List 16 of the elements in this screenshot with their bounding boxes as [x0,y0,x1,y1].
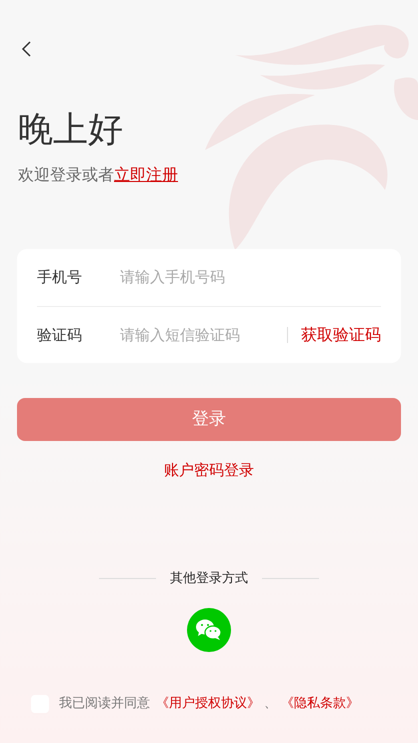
agreement-text: 我已阅读并同意 [59,695,150,713]
welcome-text: 欢迎登录或者 [18,164,114,186]
chat-login-icon[interactable] [187,608,231,652]
field-label: 手机号 [37,267,83,288]
get-code-button[interactable]: 获取验证码 [301,323,381,347]
agreement-link[interactable]: 《隐私条款》 [281,694,359,714]
field-label: 验证码 [37,324,83,346]
register-link[interactable]: 立即注册 [114,164,178,186]
input-field[interactable]: 请输入短信验证码 [120,324,287,346]
password-login-link[interactable]: 账户密码登录 [164,459,254,482]
greeting-title: 晚上好 [18,109,124,152]
separator-text: 、 [264,695,277,713]
login-button[interactable]: 登录 [17,398,401,441]
input-field[interactable]: 请输入手机号码 [120,266,381,289]
other-login-title: 其他登录方式 [170,570,248,588]
agreement-link[interactable]: 《用户授权协议》 [156,694,260,714]
